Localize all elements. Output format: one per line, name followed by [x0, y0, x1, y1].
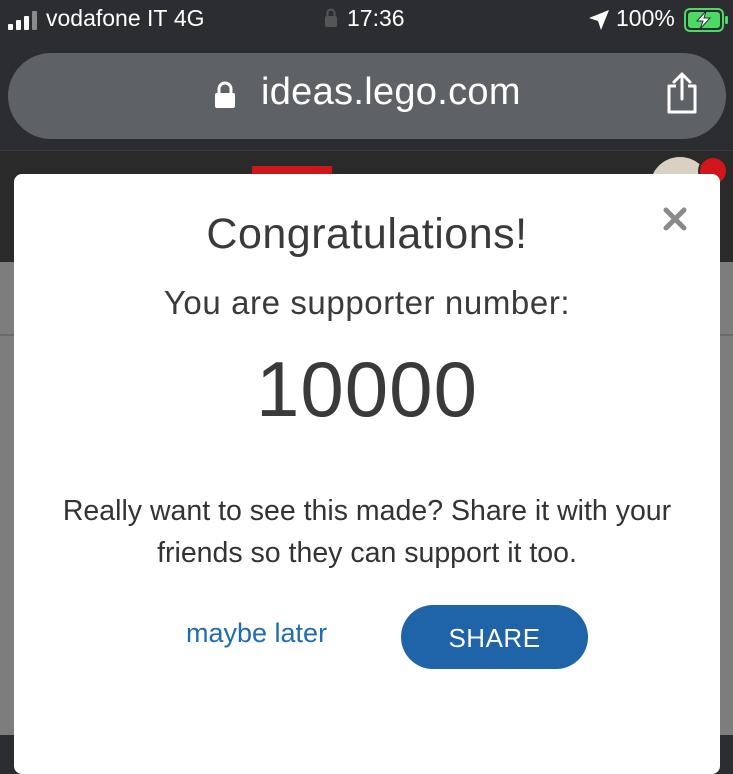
location-arrow-icon	[588, 9, 610, 36]
rotation-lock-icon	[324, 7, 338, 34]
share-message: Really want to see this made? Share it w…	[62, 495, 672, 569]
battery-charging-icon	[684, 8, 730, 37]
signal-icon	[8, 10, 40, 30]
modal-subtitle: You are supporter number:	[163, 284, 571, 321]
lock-icon	[214, 81, 236, 114]
maybe-later-link[interactable]: maybe later	[186, 618, 327, 649]
status-bar: vodafone IT 4G 17:36 100%	[0, 0, 733, 40]
supporter-number: 10000	[256, 345, 478, 433]
share-button[interactable]: SHARE	[401, 605, 588, 669]
carrier-label: vodafone IT 4G	[46, 5, 205, 31]
address-bar[interactable]: ideas.lego.com	[8, 53, 726, 139]
share-icon[interactable]	[664, 71, 700, 120]
url-text[interactable]: ideas.lego.com	[261, 71, 521, 114]
battery-percent: 100%	[616, 5, 675, 31]
modal-title: Congratulations!	[206, 210, 528, 258]
clock: 17:36	[347, 5, 405, 31]
support-modal: Congratulations! You are supporter numbe…	[14, 174, 720, 774]
